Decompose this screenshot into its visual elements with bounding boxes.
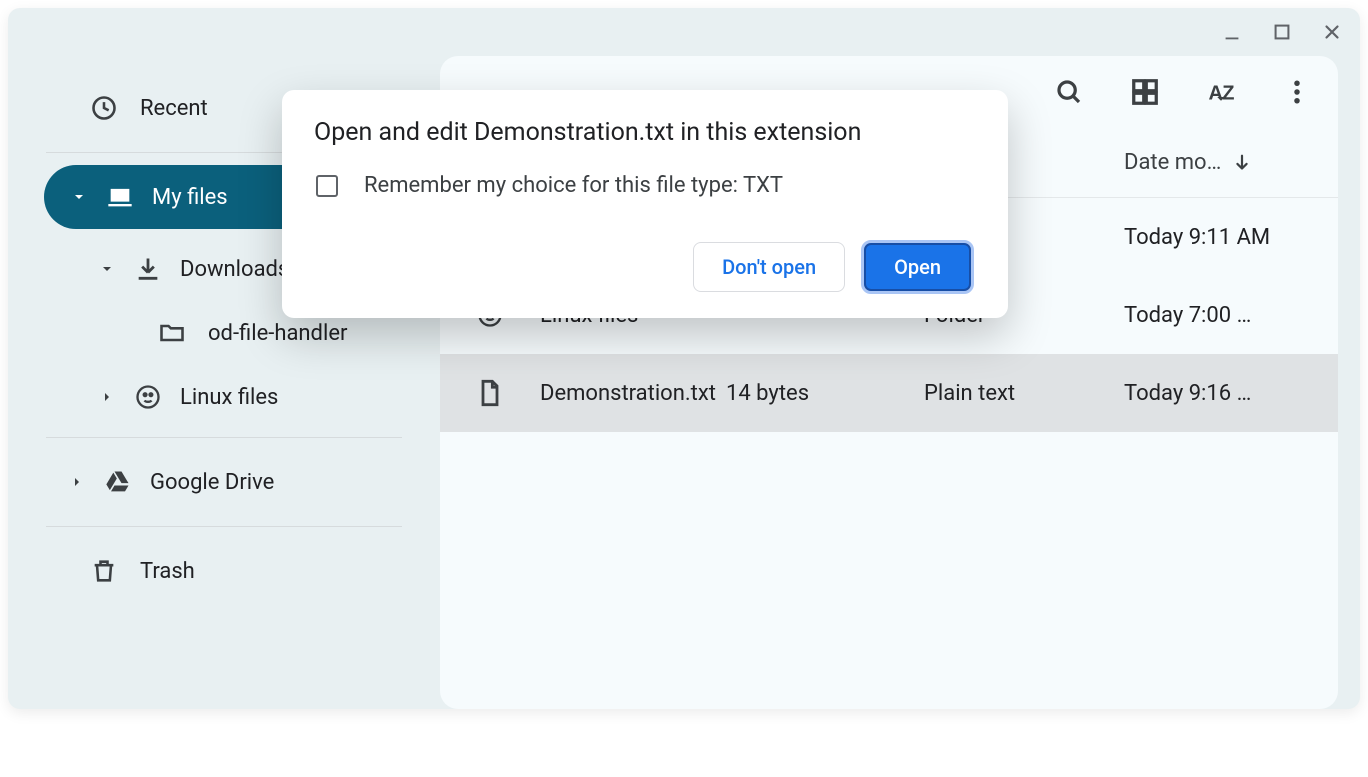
svg-text:A: A	[1209, 83, 1223, 105]
sidebar-item-label: Linux files	[180, 385, 278, 410]
dialog-actions: Don't open Open	[314, 242, 972, 292]
sidebar-item-trash[interactable]: Trash	[8, 535, 440, 607]
laptop-icon	[106, 183, 134, 211]
divider	[46, 526, 402, 527]
more-button[interactable]	[1280, 75, 1314, 109]
file-date: Today 9:11 AM	[1124, 225, 1320, 250]
search-icon	[1054, 77, 1084, 107]
sidebar-item-label: Trash	[140, 559, 195, 584]
more-vert-icon	[1282, 77, 1312, 107]
minimize-icon	[1221, 21, 1243, 43]
sidebar-item-linux-files[interactable]: Linux files	[8, 365, 440, 429]
sort-button[interactable]: AZ	[1204, 75, 1238, 109]
sidebar-item-label: Google Drive	[150, 470, 274, 495]
file-row[interactable]: Demonstration.txt 14 bytes Plain text To…	[440, 354, 1338, 432]
penguin-icon	[134, 383, 162, 411]
file-icon	[440, 379, 540, 407]
column-date-modified[interactable]: Date mo…	[1124, 150, 1320, 175]
remember-label: Remember my choice for this file type: T…	[364, 173, 783, 198]
divider	[46, 437, 402, 438]
file-date: Today 7:00 …	[1124, 303, 1320, 328]
arrow-down-icon	[1231, 152, 1253, 174]
file-size: 14 bytes	[726, 381, 924, 406]
chevron-right-icon	[68, 474, 86, 490]
trash-icon	[90, 557, 118, 585]
remember-choice-row[interactable]: Remember my choice for this file type: T…	[314, 173, 972, 198]
maximize-icon	[1271, 21, 1293, 43]
file-type: Plain text	[924, 381, 1124, 406]
sort-az-icon: AZ	[1206, 77, 1236, 107]
svg-text:Z: Z	[1222, 83, 1234, 105]
file-date: Today 9:16 …	[1124, 381, 1320, 406]
window-close-button[interactable]	[1316, 16, 1348, 48]
sidebar-item-label: Downloads	[180, 257, 289, 282]
folder-icon	[158, 319, 186, 347]
close-icon	[1321, 21, 1343, 43]
drive-icon	[104, 468, 132, 496]
open-button[interactable]: Open	[863, 242, 972, 292]
dont-open-button[interactable]: Don't open	[693, 242, 845, 292]
sidebar-item-label: Recent	[140, 96, 208, 121]
chevron-down-icon	[98, 261, 116, 277]
window-titlebar	[8, 8, 1360, 56]
grid-icon	[1130, 77, 1160, 107]
window-maximize-button[interactable]	[1266, 16, 1298, 48]
sidebar-item-label: od-file-handler	[208, 321, 347, 346]
sidebar-item-google-drive[interactable]: Google Drive	[8, 446, 440, 518]
sidebar-item-label: My files	[152, 185, 228, 210]
file-manager-window: Recent My files Downloads	[8, 8, 1360, 709]
remember-checkbox[interactable]	[316, 175, 338, 197]
window-minimize-button[interactable]	[1216, 16, 1248, 48]
chevron-down-icon	[70, 189, 88, 205]
download-icon	[134, 255, 162, 283]
dialog-title: Open and edit Demonstration.txt in this …	[314, 118, 972, 147]
clock-icon	[90, 94, 118, 122]
search-button[interactable]	[1052, 75, 1086, 109]
file-name: Demonstration.txt	[540, 381, 726, 406]
open-file-dialog: Open and edit Demonstration.txt in this …	[282, 90, 1008, 318]
chevron-right-icon	[98, 389, 116, 405]
view-grid-button[interactable]	[1128, 75, 1162, 109]
